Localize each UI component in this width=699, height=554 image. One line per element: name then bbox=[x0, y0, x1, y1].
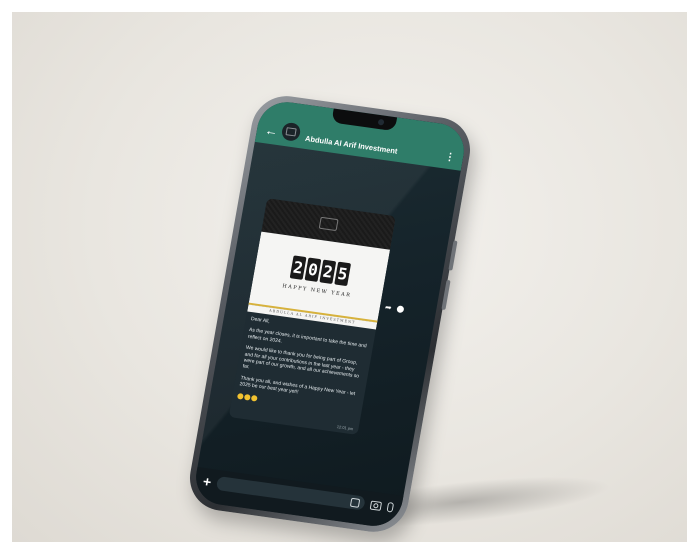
phone-mockup: ← Abdulla Al Arif Investment ⋮ 2 0 2 5 H… bbox=[184, 91, 476, 537]
year-digit: 0 bbox=[304, 256, 322, 282]
phone-screen: ← Abdulla Al Arif Investment ⋮ 2 0 2 5 H… bbox=[191, 98, 469, 530]
sticker-icon[interactable] bbox=[349, 497, 361, 508]
microphone-icon[interactable] bbox=[386, 501, 395, 513]
product-photo: ← Abdulla Al Arif Investment ⋮ 2 0 2 5 H… bbox=[12, 12, 687, 542]
emoji-icon bbox=[250, 394, 258, 402]
emoji-icon bbox=[243, 393, 251, 401]
message-time: 12:01 pm bbox=[336, 424, 354, 432]
camera-icon[interactable] bbox=[369, 500, 383, 511]
more-vertical-icon[interactable]: ⋮ bbox=[444, 152, 456, 164]
year-digit: 5 bbox=[334, 261, 352, 286]
forward-icon[interactable]: ➦ bbox=[384, 303, 392, 313]
front-camera bbox=[377, 118, 385, 126]
plus-icon[interactable]: + bbox=[202, 473, 213, 490]
message-text: Dear All, As the year closes, it is impo… bbox=[232, 311, 376, 415]
react-emoji-icon[interactable] bbox=[395, 305, 405, 314]
emoji-icon bbox=[236, 392, 244, 400]
company-logo bbox=[318, 216, 339, 232]
arrow-left-icon[interactable]: ← bbox=[264, 122, 280, 139]
year-digit: 2 bbox=[289, 254, 307, 280]
card-greeting: HAPPY NEW YEAR bbox=[281, 282, 352, 299]
year-digit: 2 bbox=[319, 259, 337, 284]
avatar[interactable] bbox=[280, 121, 302, 142]
year-display: 2 0 2 5 bbox=[289, 254, 352, 286]
